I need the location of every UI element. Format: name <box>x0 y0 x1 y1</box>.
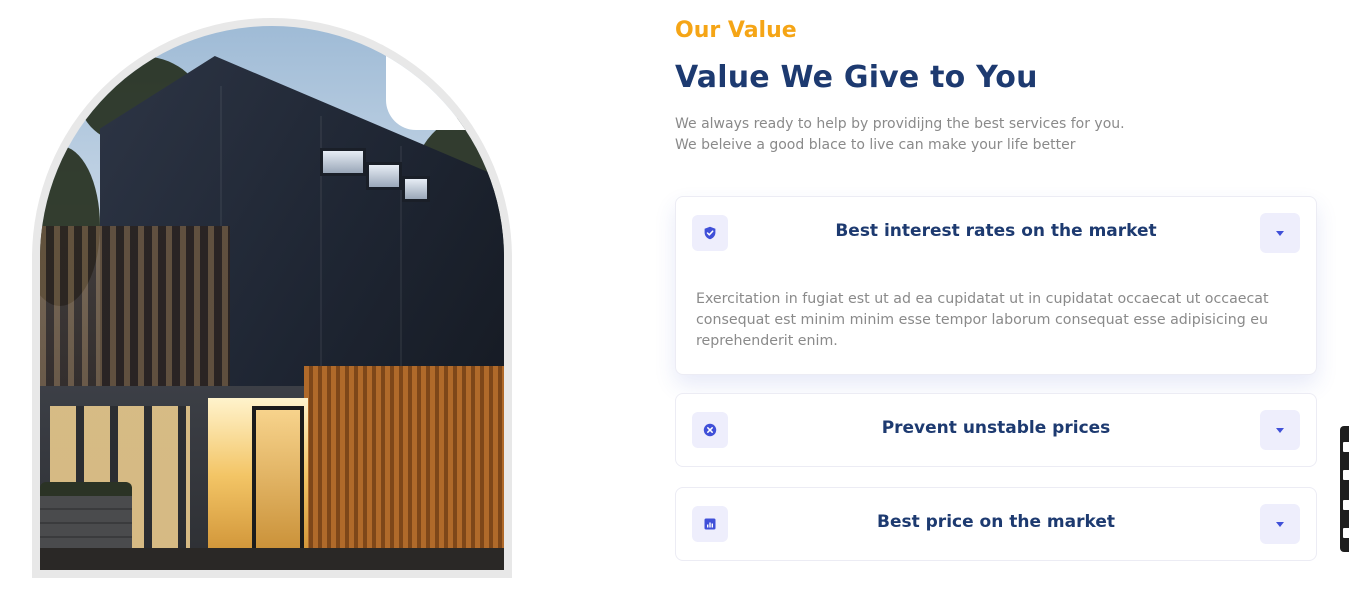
accordion-item-best-price: Best price on the market <box>675 487 1317 561</box>
x-circle-icon <box>692 412 728 448</box>
accordion-header[interactable]: Best interest rates on the market <box>676 197 1316 269</box>
accordion-header[interactable]: Prevent unstable prices <box>676 394 1316 466</box>
shield-check-icon <box>692 215 728 251</box>
house-photo <box>40 26 504 570</box>
intro-line: We always ready to help by providijng th… <box>675 116 1125 132</box>
accordion-item-interest-rates: Best interest rates on the market Exerci… <box>675 196 1317 375</box>
accordion-item-unstable-prices: Prevent unstable prices <box>675 393 1317 467</box>
accordion-toggle-button[interactable] <box>1260 213 1300 253</box>
widget-icon <box>1343 528 1349 538</box>
widget-icon <box>1343 442 1349 452</box>
accordion-title: Best price on the market <box>876 512 1115 532</box>
section-intro: We always ready to help by providijng th… <box>675 114 1295 156</box>
accordion-toggle-button[interactable] <box>1260 410 1300 450</box>
section-eyebrow: Our Value <box>675 18 797 43</box>
caret-down-icon <box>1276 427 1284 433</box>
widget-icon <box>1343 470 1349 480</box>
accordion-title: Prevent unstable prices <box>881 418 1111 438</box>
caret-down-icon <box>1276 521 1284 527</box>
intro-line: We beleive a good blace to live can make… <box>675 137 1076 153</box>
accordion-title: Best interest rates on the market <box>835 221 1157 241</box>
accordion-header[interactable]: Best price on the market <box>676 488 1316 560</box>
floating-side-widget[interactable] <box>1340 426 1349 552</box>
accordion-toggle-button[interactable] <box>1260 504 1300 544</box>
section-heading: Value We Give to You <box>675 60 1038 95</box>
accordion-body: Exercitation in fugiat est ut ad ea cupi… <box>696 291 1269 349</box>
caret-down-icon <box>1276 230 1284 236</box>
widget-icon <box>1343 500 1349 510</box>
bar-chart-icon <box>692 506 728 542</box>
